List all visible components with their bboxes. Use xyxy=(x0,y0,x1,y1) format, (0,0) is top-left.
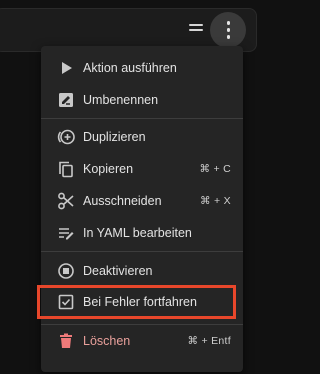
more-vert-icon xyxy=(226,21,230,25)
menu-item-rename[interactable]: Umbenennen xyxy=(41,84,243,116)
drag-handle-icon[interactable] xyxy=(189,23,203,33)
rename-icon xyxy=(56,90,76,110)
trash-icon xyxy=(56,331,76,351)
more-options-button[interactable] xyxy=(210,12,246,48)
context-menu: Aktion ausführen Umbenennen Duplizieren … xyxy=(41,46,243,372)
duplicate-icon xyxy=(56,127,76,147)
menu-item-label: Aktion ausführen xyxy=(83,61,177,75)
menu-item-label: Ausschneiden xyxy=(83,194,162,208)
menu-item-duplicate[interactable]: Duplizieren xyxy=(41,121,243,153)
menu-item-label: Löschen xyxy=(83,334,131,348)
menu-item-delete[interactable]: Löschen ⌘ + Entf xyxy=(41,325,243,357)
menu-item-label: Kopieren xyxy=(83,162,134,176)
shortcut-cut: ⌘ + X xyxy=(200,195,231,207)
menu-item-label: Duplizieren xyxy=(83,130,146,144)
menu-item-cut[interactable]: Ausschneiden ⌘ + X xyxy=(41,185,243,217)
menu-item-label: Umbenennen xyxy=(83,93,159,107)
menu-item-edit-yaml[interactable]: In YAML bearbeiten xyxy=(41,217,243,249)
play-icon xyxy=(56,58,76,78)
menu-divider xyxy=(41,118,243,119)
shortcut-delete: ⌘ + Entf xyxy=(187,335,231,347)
stop-circle-icon xyxy=(56,261,76,281)
scissors-icon xyxy=(56,191,76,211)
shortcut-copy: ⌘ + C xyxy=(199,163,231,175)
menu-item-disable[interactable]: Deaktivieren xyxy=(41,255,243,287)
menu-item-run-action[interactable]: Aktion ausführen xyxy=(41,52,243,84)
edit-yaml-icon xyxy=(56,223,76,243)
menu-divider xyxy=(41,251,243,252)
menu-item-label: Deaktivieren xyxy=(83,264,153,278)
copy-icon xyxy=(56,159,76,179)
menu-item-copy[interactable]: Kopieren ⌘ + C xyxy=(41,153,243,185)
screen: Aktion ausführen Umbenennen Duplizieren … xyxy=(0,0,283,374)
highlight-annotation xyxy=(37,285,236,319)
menu-item-label: In YAML bearbeiten xyxy=(83,226,192,240)
